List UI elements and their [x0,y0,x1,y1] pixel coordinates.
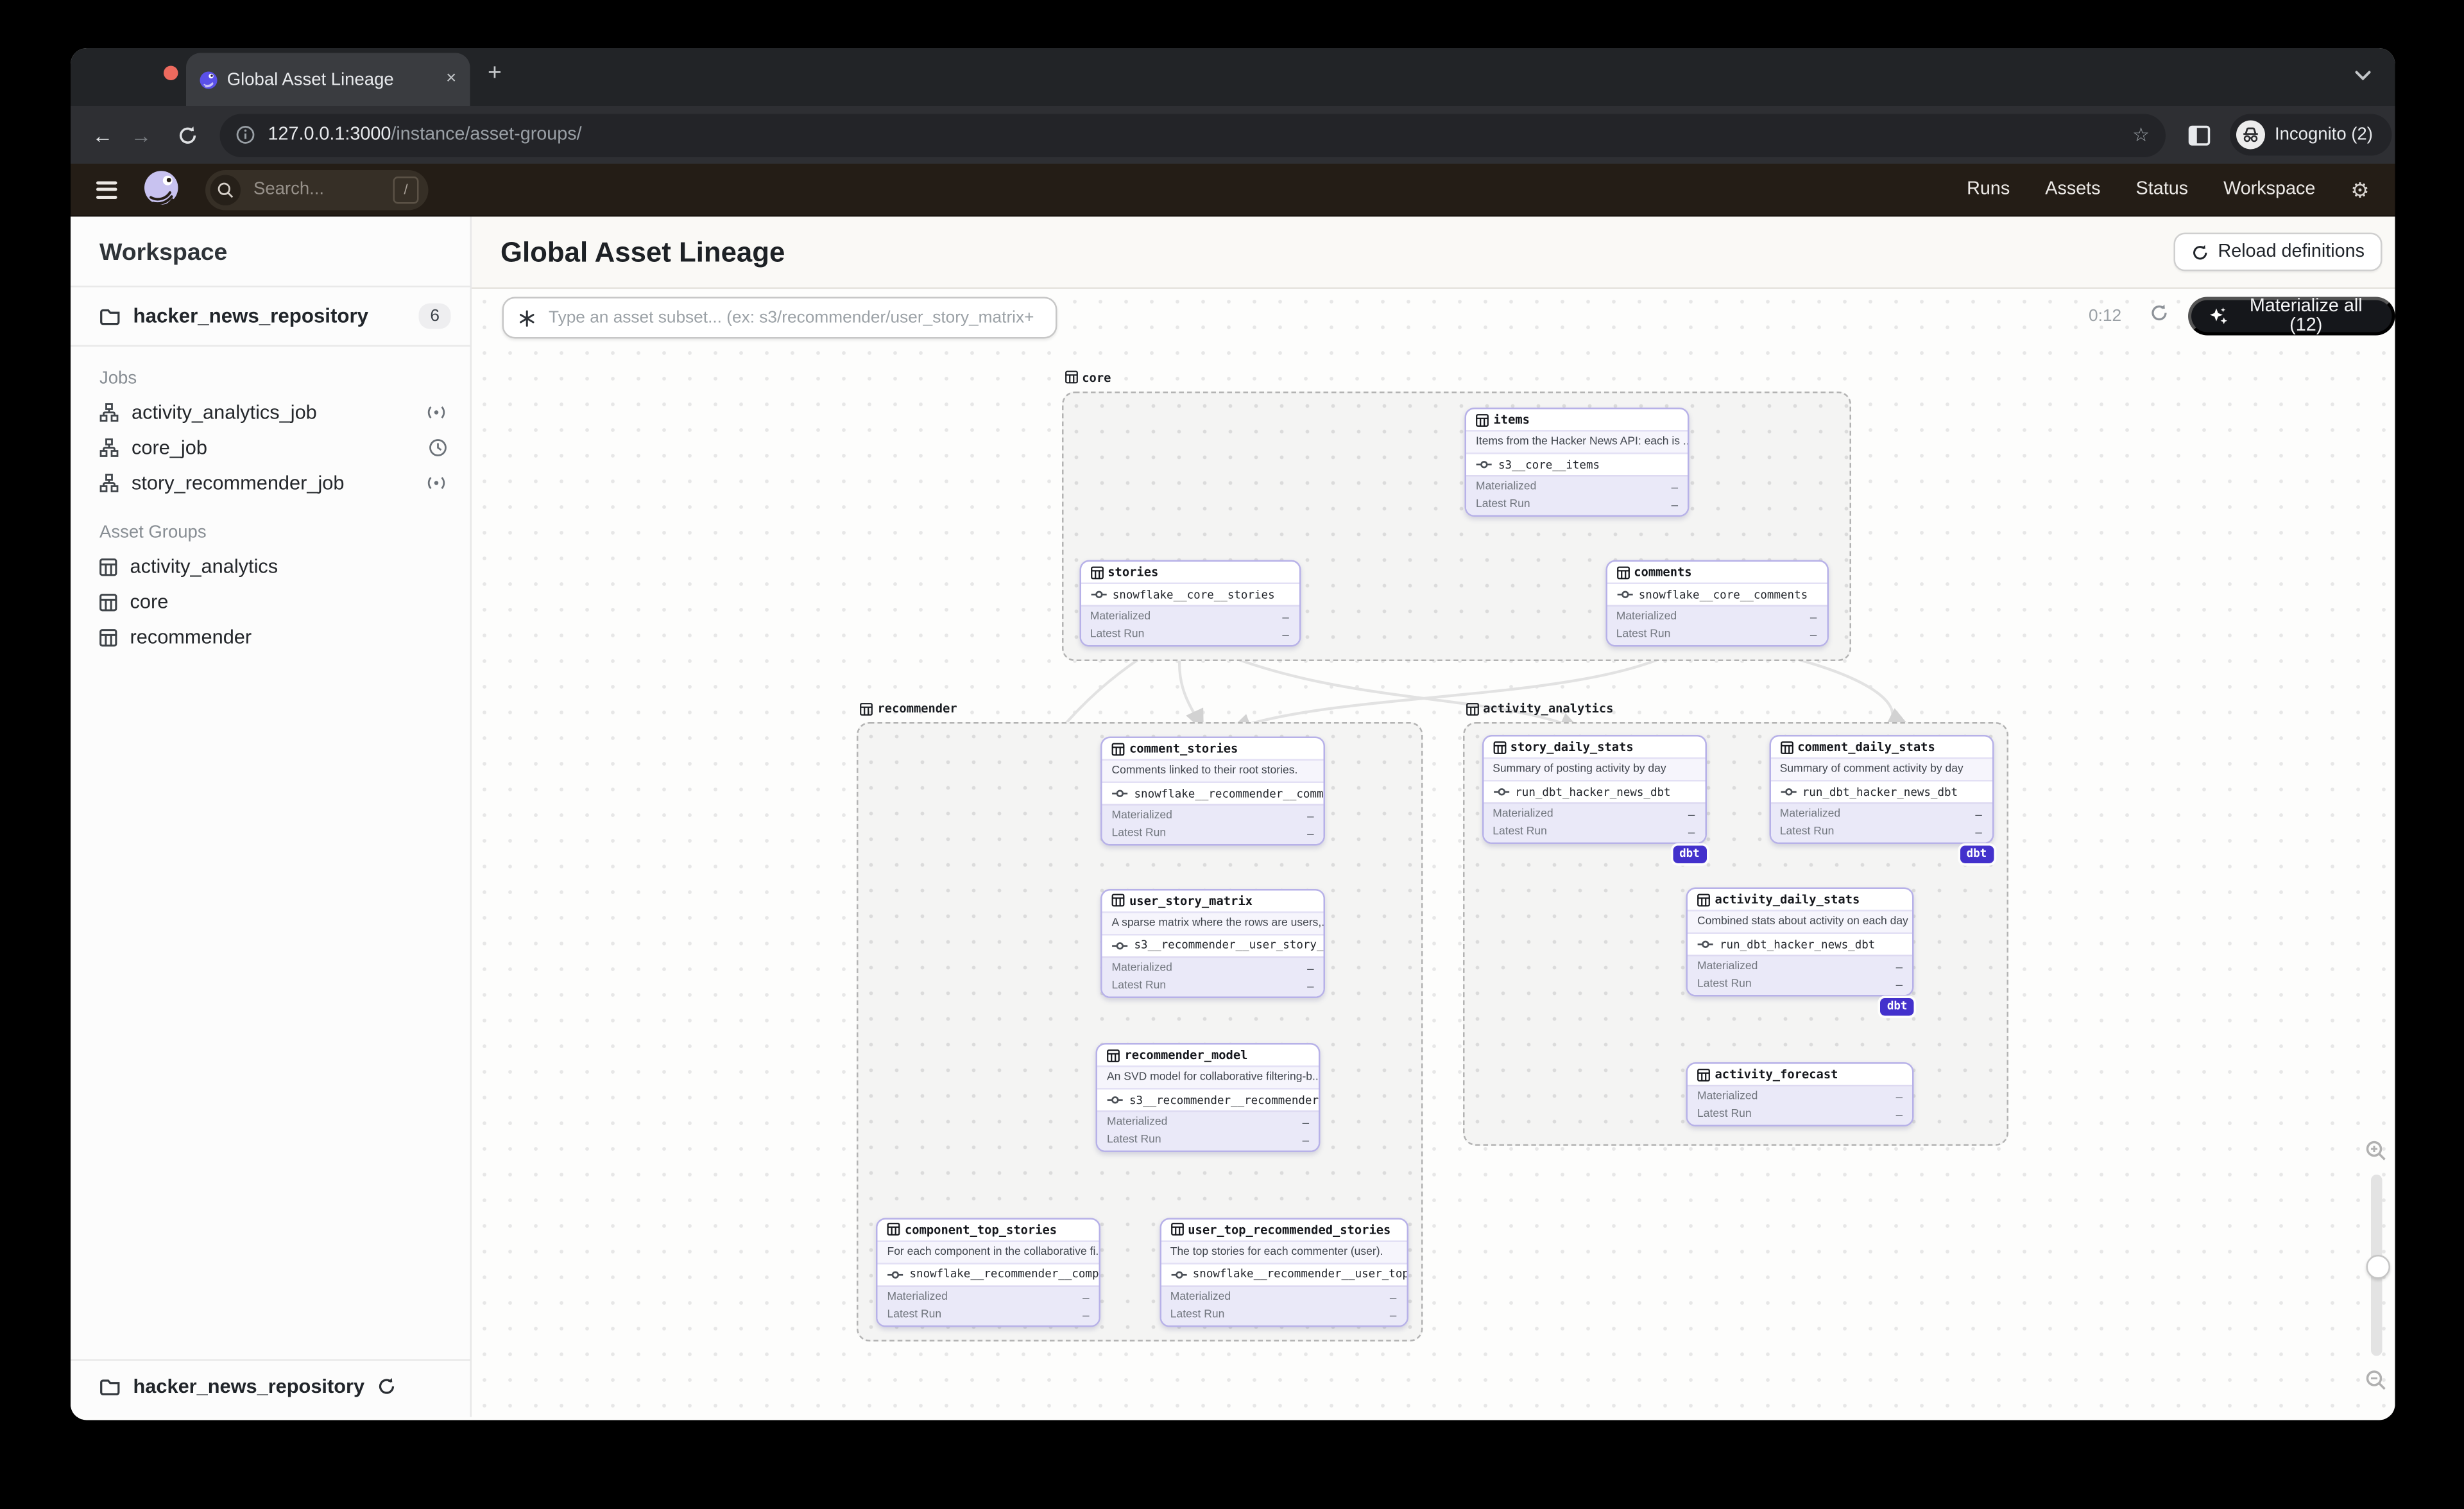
asset-subset-filter[interactable] [502,297,1057,339]
asset-node-activity-forecast[interactable]: activity_forecast Materialized – Latest R… [1686,1062,1914,1126]
dagster-favicon [199,71,217,89]
new-tab-button[interactable]: + [488,61,502,85]
sidebar-item-story-recommender-job[interactable]: story_recommender_job [71,465,470,501]
folder-icon [99,1377,121,1395]
job-icon [99,403,119,422]
refresh-timer: 0:12 [2089,306,2122,326]
zoom-slider-track[interactable] [2365,1175,2390,1356]
zoom-in-icon[interactable] [2365,1139,2387,1162]
side-panel-icon[interactable] [2188,125,2211,146]
search-shortcut-key: / [393,175,419,203]
browser-tab[interactable]: Global Asset Lineage × [185,53,470,106]
asset-node-component-top-stories[interactable]: component_top_stories For each component… [876,1217,1100,1327]
dbt-badge: dbt [1673,845,1706,863]
screen: Global Asset Lineage × + ← → 127.0.0.1:3… [0,0,2464,1509]
site-info-icon[interactable] [236,125,255,144]
materialize-all-button[interactable]: Materialize all (12) [2188,297,2395,336]
zoom-slider-handle[interactable] [2365,1255,2390,1279]
sparkle-icon [2209,307,2229,326]
zoom-control [2361,1139,2390,1392]
top-nav: Runs Assets Status Workspace ⚙ [1967,179,2395,200]
dbt-badge: dbt [1960,845,1994,863]
asset-node-recommender-model[interactable]: recommender_model An SVD model for colla… [1095,1043,1321,1152]
asset-group-icon [99,628,117,646]
nav-runs[interactable]: Runs [1967,180,2010,199]
repository-row[interactable]: hacker_news_repository 6 [71,288,470,345]
incognito-icon [2236,120,2265,150]
url-text: 127.0.0.1:3000/instance/asset-groups/ [268,125,582,144]
asset-node-comment-stories[interactable]: comment_stories Comments linked to their… [1100,736,1325,846]
job-icon [99,438,119,458]
asset-group-activity-analytics-label: activity_analytics [1466,702,1613,716]
global-search[interactable]: / [205,169,429,210]
asset-subset-input[interactable] [545,306,1041,329]
asset-node-story-daily-stats[interactable]: story_daily_stats Summary of posting act… [1481,735,1706,863]
asset-node-user-story-matrix[interactable]: user_story_matrix A sparse matrix where … [1100,888,1325,997]
asset-node-comment-daily-stats[interactable]: comment_daily_stats Summary of comment a… [1768,735,1994,863]
reload-icon[interactable] [169,125,207,146]
incognito-label: Incognito (2) [2275,125,2373,144]
asset-group-icon [99,558,117,576]
tab-search-chevron-icon[interactable] [2354,69,2373,82]
op-selector-icon [520,309,535,326]
settings-gear-icon[interactable]: ⚙ [2350,179,2369,200]
job-icon [99,474,119,493]
sidebar-footer-repository[interactable]: hacker_news_repository [71,1359,470,1417]
sidebar-item-activity-analytics-job[interactable]: activity_analytics_job [71,395,470,430]
forward-icon[interactable]: → [122,123,160,147]
lineage-canvas[interactable]: core recommender activity_analytics item… [472,289,2395,1415]
schedule-clock-icon [429,438,448,458]
repository-count-badge: 6 [418,303,451,329]
sidebar-heading: Workspace [99,239,228,267]
sensor-icon [425,404,448,420]
address-bar[interactable]: 127.0.0.1:3000/instance/asset-groups/ ☆ [219,113,2166,157]
asset-group-icon [99,593,117,611]
asset-group-recommender-label: recommender [860,702,957,716]
refresh-icon[interactable] [2150,304,2169,323]
hamburger-menu-icon[interactable] [96,180,117,198]
page-title: Global Asset Lineage [501,235,785,268]
tab-title: Global Asset Lineage [227,69,394,89]
browser-tab-strip: Global Asset Lineage × + [71,48,2395,106]
browser-toolbar: ← → 127.0.0.1:3000/instance/asset-groups… [71,106,2395,164]
sidebar-item-activity-analytics-group[interactable]: activity_analytics [71,549,470,584]
nav-workspace[interactable]: Workspace [2223,180,2315,199]
nav-assets[interactable]: Assets [2045,180,2100,199]
repository-name: hacker_news_repository [133,305,369,327]
traffic-light-close[interactable] [164,65,178,80]
nav-status[interactable]: Status [2136,180,2189,199]
incognito-badge: Incognito (2) [2230,114,2392,156]
workspace-sidebar: Workspace hacker_news_repository 6 Jobs … [71,216,472,1417]
asset-groups-section-label: Asset Groups [99,523,207,542]
page-title-bar: Global Asset Lineage Reload definitions [472,216,2395,289]
asset-group-core-label: core [1065,370,1111,384]
dbt-badge: dbt [1880,998,1914,1015]
app-header: / Runs Assets Status Workspace ⚙ [71,164,2395,217]
browser-window: Global Asset Lineage × + ← → 127.0.0.1:3… [71,48,2395,1420]
back-icon[interactable]: ← [83,123,122,147]
dagster-logo[interactable] [140,168,184,211]
sidebar-item-core-group[interactable]: core [71,584,470,619]
jobs-section-label: Jobs [99,369,137,388]
sidebar-item-core-job[interactable]: core_job [71,430,470,465]
search-icon [210,174,241,205]
asset-node-comments[interactable]: comments snowflake__core__comments Mater… [1605,560,1828,647]
refresh-icon[interactable] [377,1377,397,1396]
asset-node-items[interactable]: items Items from the Hacker News API: ea… [1464,408,1690,517]
search-input[interactable] [250,178,384,201]
asset-node-stories[interactable]: stories snowflake__core__stories Materia… [1079,560,1301,647]
asset-node-activity-daily-stats[interactable]: activity_daily_stats Combined stats abou… [1686,887,1914,1015]
zoom-out-icon[interactable] [2365,1369,2387,1392]
refresh-icon [2191,243,2209,261]
asset-node-user-top-recommended-stories[interactable]: user_top_recommended_stories The top sto… [1159,1217,1408,1327]
bookmark-star-icon[interactable]: ☆ [2132,124,2150,146]
sensor-icon [425,475,448,491]
tab-close-icon[interactable]: × [446,70,456,89]
sidebar-item-recommender-group[interactable]: recommender [71,619,470,655]
reload-definitions-button[interactable]: Reload definitions [2173,232,2383,272]
